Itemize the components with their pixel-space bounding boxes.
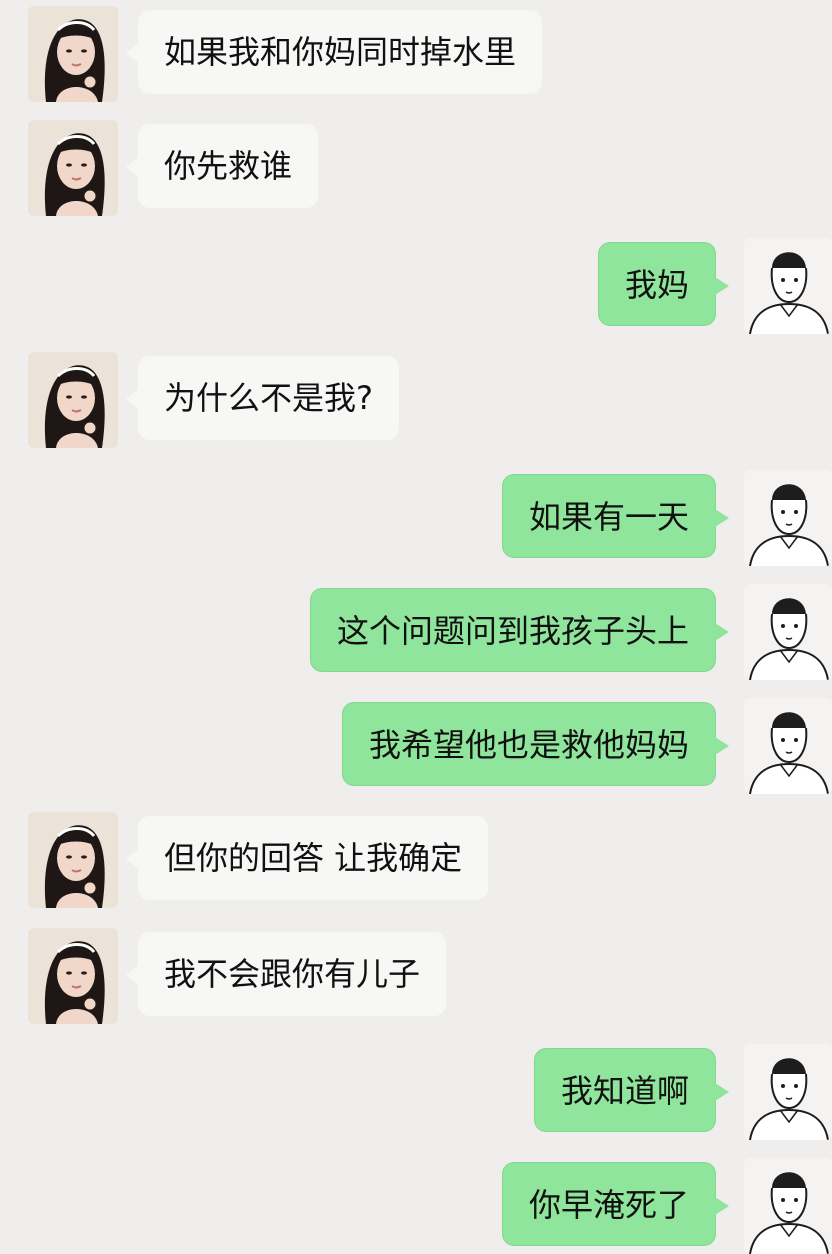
boy-sketch-avatar-icon[interactable] xyxy=(744,1158,832,1254)
boy-sketch-avatar-icon[interactable] xyxy=(744,470,832,566)
boy-sketch-avatar-icon[interactable] xyxy=(744,584,832,680)
message-row-incoming: 为什么不是我? xyxy=(0,352,832,448)
girl-avatar-icon[interactable] xyxy=(28,120,118,216)
girl-avatar-icon[interactable] xyxy=(28,352,118,448)
message-row-outgoing: 你早淹死了 xyxy=(0,1158,832,1254)
message-row-outgoing: 我知道啊 xyxy=(0,1044,832,1140)
boy-sketch-avatar-icon[interactable] xyxy=(744,238,832,334)
message-bubble-outgoing[interactable]: 我知道啊 xyxy=(533,1048,730,1132)
message-bubble-outgoing[interactable]: 我妈 xyxy=(597,242,730,326)
girl-avatar-icon[interactable] xyxy=(28,812,118,908)
girl-avatar-icon[interactable] xyxy=(28,6,118,102)
boy-sketch-avatar-icon[interactable] xyxy=(744,698,832,794)
message-row-outgoing: 这个问题问到我孩子头上 xyxy=(0,584,832,680)
message-bubble-outgoing[interactable]: 如果有一天 xyxy=(501,474,730,558)
boy-sketch-avatar-icon[interactable] xyxy=(744,1044,832,1140)
message-bubble-incoming[interactable]: 你先救谁 xyxy=(125,124,319,208)
message-bubble-incoming[interactable]: 但你的回答 让我确定 xyxy=(125,816,489,900)
message-row-outgoing: 我希望他也是救他妈妈 xyxy=(0,698,832,794)
girl-avatar-icon[interactable] xyxy=(28,928,118,1024)
message-bubble-incoming[interactable]: 我不会跟你有儿子 xyxy=(125,932,447,1016)
chat-message-list: 如果我和你妈同时掉水里 你先救谁 我妈 为什么不是我? 如果有一天 这个问题问到… xyxy=(0,0,832,1254)
message-row-outgoing: 我妈 xyxy=(0,238,832,334)
message-row-outgoing: 如果有一天 xyxy=(0,470,832,566)
message-row-incoming: 我不会跟你有儿子 xyxy=(0,928,832,1024)
message-row-incoming: 但你的回答 让我确定 xyxy=(0,812,832,908)
message-bubble-outgoing[interactable]: 我希望他也是救他妈妈 xyxy=(341,702,730,786)
message-row-incoming: 你先救谁 xyxy=(0,120,832,216)
message-row-incoming: 如果我和你妈同时掉水里 xyxy=(0,6,832,102)
message-bubble-incoming[interactable]: 如果我和你妈同时掉水里 xyxy=(125,10,543,94)
message-bubble-outgoing[interactable]: 你早淹死了 xyxy=(501,1162,730,1246)
message-bubble-outgoing[interactable]: 这个问题问到我孩子头上 xyxy=(309,588,730,672)
message-bubble-incoming[interactable]: 为什么不是我? xyxy=(126,356,399,440)
